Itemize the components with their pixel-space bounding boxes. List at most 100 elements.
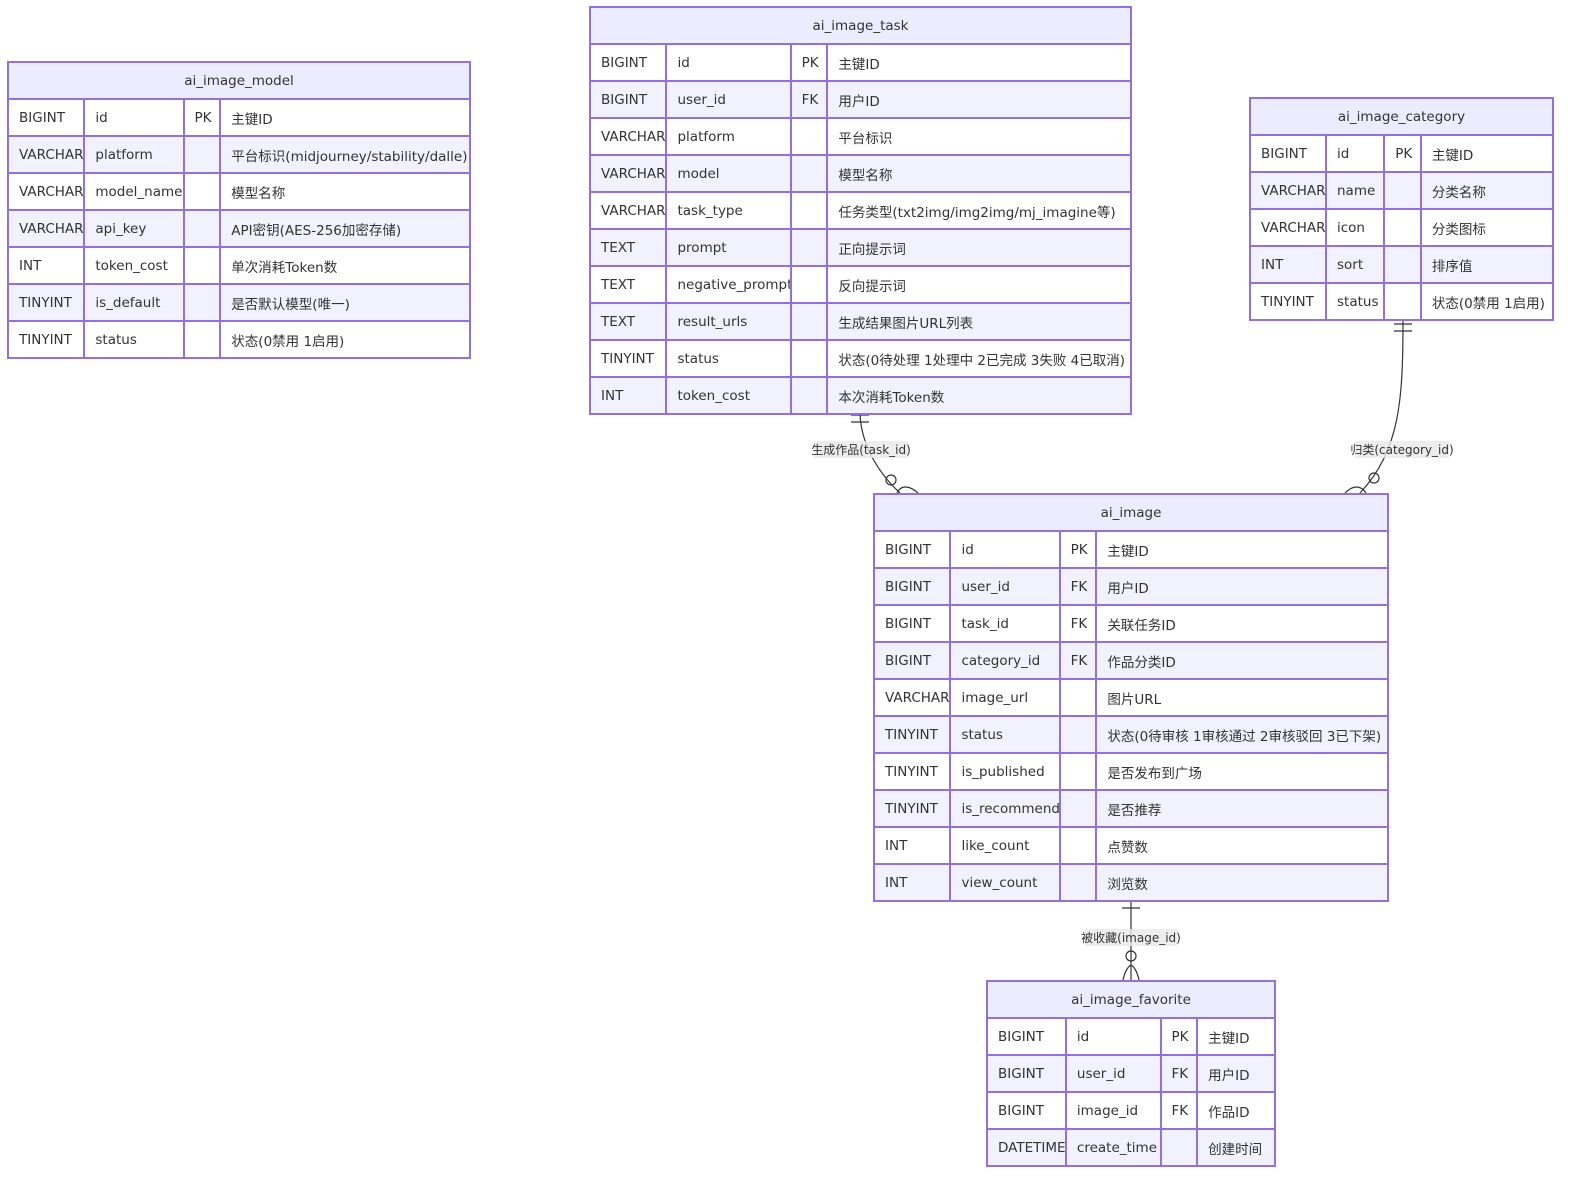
entity-ai-image-favorite[interactable]: ai_image_favorite BIGINT id PK 主键ID BIGINT us… xyxy=(986,980,1276,1167)
attribute-name: is_recommend xyxy=(951,791,1061,826)
attribute-name: user_id xyxy=(951,569,1061,604)
relationship-category-image[interactable]: 归类(category_id) xyxy=(1344,319,1454,494)
attribute-comment: 排序值 xyxy=(1431,258,1473,275)
attribute-type: VARCHAR xyxy=(9,174,86,209)
attribute-comment: 模型名称 xyxy=(231,185,286,202)
attribute-key xyxy=(1061,865,1098,900)
attribute-row[interactable]: TINYINT is_recommend 是否推荐 xyxy=(875,791,1387,828)
attribute-type: TINYINT xyxy=(9,285,86,320)
attribute-row[interactable]: TINYINT status 状态(0禁用 1启用) xyxy=(9,322,469,357)
relationship-image-favorite[interactable]: 被收藏(image_id) xyxy=(1081,896,1181,981)
attribute-name: status xyxy=(951,717,1061,752)
attribute-name: task_type xyxy=(667,193,792,228)
attribute-name: status xyxy=(1327,284,1386,319)
attribute-row[interactable]: BIGINT image_id FK 作品ID xyxy=(988,1093,1274,1130)
entity-title: ai_image_task xyxy=(591,8,1130,45)
attribute-name: view_count xyxy=(951,865,1061,900)
attribute-row[interactable]: TEXT result_urls 生成结果图片URL列表 xyxy=(591,304,1130,341)
attribute-type: TINYINT xyxy=(9,322,86,357)
attribute-row[interactable]: TINYINT is_published 是否发布到广场 xyxy=(875,754,1387,791)
attribute-name: status xyxy=(667,341,792,376)
attribute-type: BIGINT xyxy=(875,532,952,567)
attribute-row[interactable]: TINYINT status 状态(0禁用 1启用) xyxy=(1251,284,1552,319)
attribute-key xyxy=(1385,247,1422,282)
attribute-row[interactable]: VARCHAR image_url 图片URL xyxy=(875,680,1387,717)
attribute-key xyxy=(1061,717,1098,752)
attribute-row[interactable]: TEXT prompt 正向提示词 xyxy=(591,230,1130,267)
attribute-row[interactable]: TINYINT status 状态(0待审核 1审核通过 2审核驳回 3已下架) xyxy=(875,717,1387,754)
attribute-list: BIGINT id PK 主键ID BIGINT user_id FK 用户ID BIGINT i… xyxy=(988,1019,1274,1165)
attribute-row[interactable]: INT token_cost 单次消耗Token数 xyxy=(9,248,469,285)
attribute-row[interactable]: BIGINT user_id FK 用户ID xyxy=(988,1056,1274,1093)
attribute-key xyxy=(185,322,222,357)
attribute-comment: 作品ID xyxy=(1208,1104,1250,1121)
attribute-row[interactable]: VARCHAR task_type 任务类型(txt2img/img2img/mj_… xyxy=(591,193,1130,230)
attribute-row[interactable]: INT view_count 浏览数 xyxy=(875,865,1387,900)
attribute-row[interactable]: VARCHAR platform 平台标识(midjourney/stability… xyxy=(9,137,469,174)
attribute-name: create_time xyxy=(1067,1130,1162,1165)
attribute-row[interactable]: VARCHAR icon 分类图标 xyxy=(1251,210,1552,247)
attribute-name: result_urls xyxy=(667,304,792,339)
entity-title: ai_image_category xyxy=(1251,99,1552,136)
attribute-comment: 任务类型(txt2img/img2img/mj_imagine等) xyxy=(838,204,1116,221)
entity-title: ai_image xyxy=(875,495,1387,532)
attribute-comment: 反向提示词 xyxy=(838,278,906,295)
attribute-name: model xyxy=(667,156,792,191)
entity-ai-image-model[interactable]: ai_image_model BIGINT id PK 主键ID VARCHAR plat… xyxy=(7,61,471,359)
attribute-type: INT xyxy=(591,378,668,413)
attribute-type: BIGINT xyxy=(988,1019,1067,1054)
attribute-name: id xyxy=(951,532,1061,567)
entity-title: ai_image_favorite xyxy=(988,982,1274,1019)
attribute-type: INT xyxy=(875,828,952,863)
attribute-row[interactable]: DATETIME create_time 创建时间 xyxy=(988,1130,1274,1165)
attribute-row[interactable]: VARCHAR platform 平台标识 xyxy=(591,119,1130,156)
attribute-comment: 图片URL xyxy=(1107,691,1162,708)
attribute-key: FK xyxy=(1061,569,1098,604)
attribute-row[interactable]: BIGINT id PK 主键ID xyxy=(988,1019,1274,1056)
attribute-type: VARCHAR xyxy=(9,211,86,246)
attribute-row[interactable]: TINYINT is_default 是否默认模型(唯一) xyxy=(9,285,469,322)
attribute-row[interactable]: TINYINT status 状态(0待处理 1处理中 2已完成 3失败 4已取消) xyxy=(591,341,1130,378)
attribute-row[interactable]: TEXT negative_prompt 反向提示词 xyxy=(591,267,1130,304)
attribute-comment: 分类图标 xyxy=(1431,221,1486,238)
attribute-row[interactable]: VARCHAR name 分类名称 xyxy=(1251,173,1552,210)
attribute-list: BIGINT id PK 主键ID VARCHAR name 分类名称 VARCHAR icon… xyxy=(1251,136,1552,319)
attribute-row[interactable]: INT like_count 点赞数 xyxy=(875,828,1387,865)
attribute-row[interactable]: BIGINT category_id FK 作品分类ID xyxy=(875,643,1387,680)
attribute-type: VARCHAR xyxy=(591,119,668,154)
attribute-row[interactable]: VARCHAR api_key API密钥(AES-256加密存储) xyxy=(9,211,469,248)
attribute-comment: 状态(0待处理 1处理中 2已完成 3失败 4已取消) xyxy=(838,352,1126,369)
attribute-comment: 是否推荐 xyxy=(1107,802,1162,819)
attribute-comment: 模型名称 xyxy=(838,167,893,184)
attribute-type: TINYINT xyxy=(591,341,668,376)
attribute-name: api_key xyxy=(85,211,185,246)
attribute-row[interactable]: BIGINT id PK 主键ID xyxy=(591,45,1130,82)
attribute-comment: API密钥(AES-256加密存储) xyxy=(231,222,402,239)
attribute-key xyxy=(792,119,829,154)
attribute-comment: 主键ID xyxy=(231,111,273,128)
attribute-key xyxy=(185,137,222,172)
attribute-row[interactable]: VARCHAR model 模型名称 xyxy=(591,156,1130,193)
entity-ai-image-category[interactable]: ai_image_category BIGINT id PK 主键ID VARCHAR n… xyxy=(1249,97,1554,321)
attribute-type: VARCHAR xyxy=(591,156,668,191)
attribute-row[interactable]: INT sort 排序值 xyxy=(1251,247,1552,284)
attribute-row[interactable]: INT token_cost 本次消耗Token数 xyxy=(591,378,1130,413)
entity-ai-image[interactable]: ai_image BIGINT id PK 主键ID BIGINT user_id FK 用户… xyxy=(873,493,1389,902)
relationship-task-image[interactable]: 生成作品(task_id) xyxy=(811,410,919,494)
attribute-row[interactable]: BIGINT user_id FK 用户ID xyxy=(875,569,1387,606)
attribute-row[interactable]: BIGINT id PK 主键ID xyxy=(1251,136,1552,173)
attribute-row[interactable]: BIGINT user_id FK 用户ID xyxy=(591,82,1130,119)
attribute-name: id xyxy=(1327,136,1386,171)
attribute-row[interactable]: BIGINT task_id FK 关联任务ID xyxy=(875,606,1387,643)
entity-ai-image-task[interactable]: ai_image_task BIGINT id PK 主键ID BIGINT user_i… xyxy=(589,6,1132,415)
attribute-list: BIGINT id PK 主键ID BIGINT user_id FK 用户ID VARCHAR… xyxy=(591,45,1130,413)
attribute-name: is_published xyxy=(951,754,1061,789)
attribute-comment: 本次消耗Token数 xyxy=(838,389,945,406)
attribute-key xyxy=(185,248,222,283)
attribute-comment: 是否发布到广场 xyxy=(1107,765,1202,782)
attribute-row[interactable]: BIGINT id PK 主键ID xyxy=(875,532,1387,569)
attribute-name: platform xyxy=(667,119,792,154)
attribute-row[interactable]: BIGINT id PK 主键ID xyxy=(9,100,469,137)
attribute-comment: 状态(0禁用 1启用) xyxy=(1431,295,1545,312)
attribute-row[interactable]: VARCHAR model_name 模型名称 xyxy=(9,174,469,211)
